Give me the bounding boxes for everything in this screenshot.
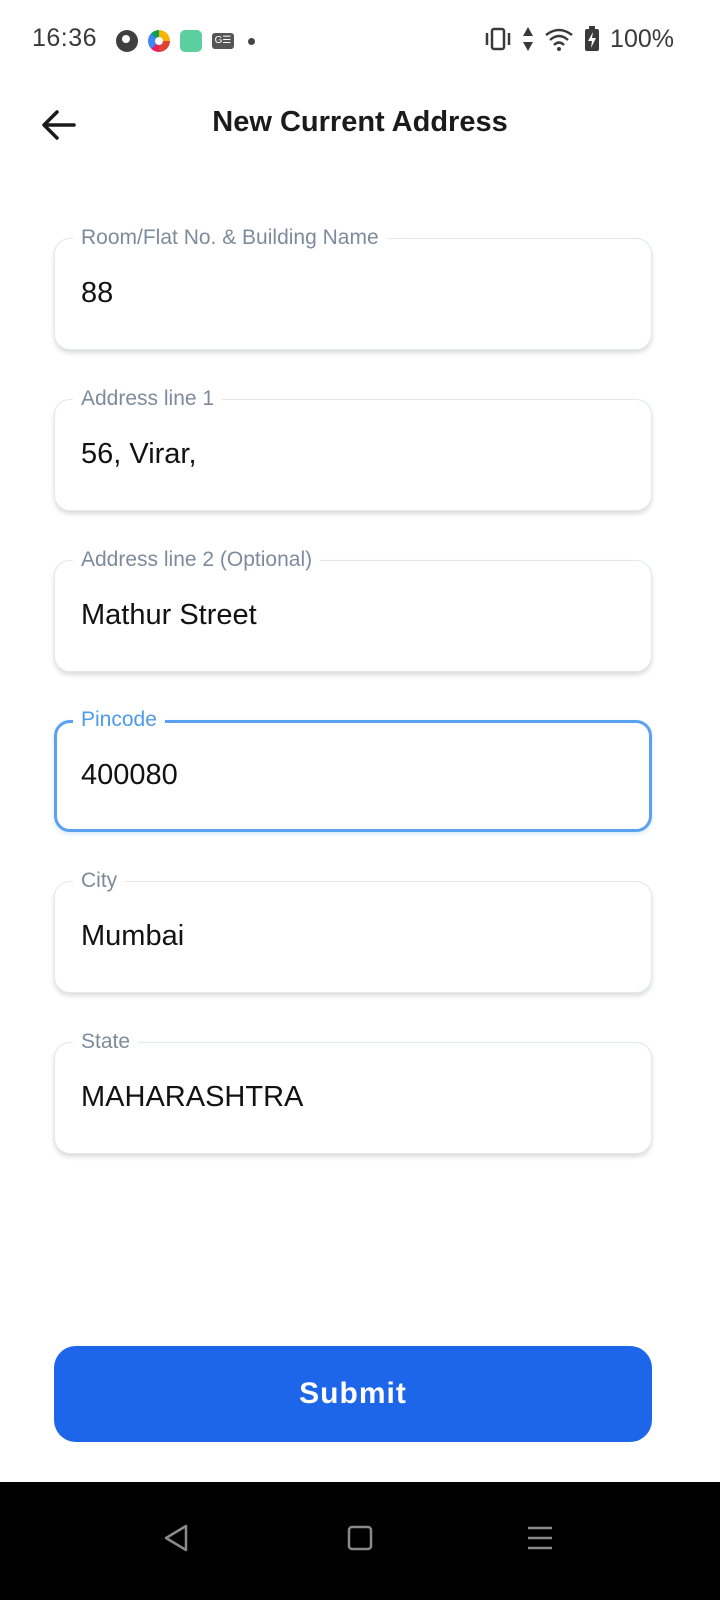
app-header: New Current Address <box>0 84 720 164</box>
address-line-2-input[interactable] <box>81 599 621 632</box>
battery-charging-icon <box>585 26 600 51</box>
state-input[interactable] <box>81 1081 621 1114</box>
notification-icons: G☰ <box>116 28 255 54</box>
p-circle-icon <box>116 30 138 52</box>
pincode-field[interactable]: Pincode <box>54 706 652 832</box>
ge-app-icon: G☰ <box>212 33 234 49</box>
pincode-input[interactable] <box>81 759 621 792</box>
field-label: Address line 1 <box>73 385 223 413</box>
city-input[interactable] <box>81 920 621 953</box>
field-label: City <box>73 867 126 895</box>
building-name-input[interactable] <box>81 277 621 310</box>
data-arrows-icon <box>523 27 534 51</box>
nav-back-button[interactable] <box>146 1508 206 1568</box>
green-app-icon <box>180 30 202 52</box>
status-bar: 16:36 G☰ 100% <box>0 0 720 80</box>
battery-percent: 100% <box>610 24 674 53</box>
color-wheel-icon <box>148 30 170 52</box>
field-label: Room/Flat No. & Building Name <box>73 224 387 252</box>
field-label: Pincode <box>73 706 165 734</box>
dot-icon <box>248 37 255 45</box>
back-triangle-icon <box>164 1524 188 1552</box>
submit-button[interactable]: Submit <box>54 1346 652 1442</box>
field-label: Address line 2 (Optional) <box>73 546 321 574</box>
page-title: New Current Address <box>212 106 508 138</box>
address-line-2-field[interactable]: Address line 2 (Optional) <box>54 546 652 672</box>
wifi-icon <box>545 28 573 51</box>
city-field[interactable]: City <box>54 867 652 993</box>
system-status-icons: 100% <box>484 24 674 54</box>
status-time: 16:36 <box>32 24 98 52</box>
state-field[interactable]: State <box>54 1028 652 1154</box>
address-line-1-field[interactable]: Address line 1 <box>54 385 652 511</box>
home-square-icon <box>347 1525 373 1551</box>
address-line-1-input[interactable] <box>81 438 621 471</box>
vibrate-icon <box>485 27 511 51</box>
navigation-bar <box>0 1482 720 1600</box>
field-label: State <box>73 1028 139 1056</box>
building-name-field[interactable]: Room/Flat No. & Building Name <box>54 224 652 350</box>
menu-lines-icon <box>528 1526 552 1550</box>
nav-home-button[interactable] <box>330 1508 390 1568</box>
nav-menu-button[interactable] <box>510 1508 570 1568</box>
